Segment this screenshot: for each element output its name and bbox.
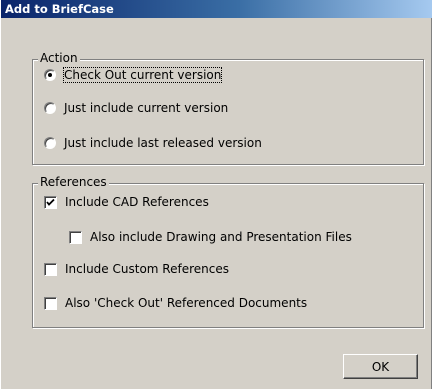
checkbox-label-also-check-out-referenced-documents: Also 'Check Out' Referenced Documents	[65, 296, 308, 310]
radio-label-just-include-current-version: Just include current version	[64, 101, 229, 115]
window-title: Add to BriefCase	[5, 2, 114, 16]
references-group: References Include CAD References Also i…	[32, 175, 424, 328]
ok-button[interactable]: OK	[343, 354, 418, 379]
checkbox-include-custom-references[interactable]: Include Custom References	[44, 262, 229, 276]
checkbox-also-check-out-referenced-documents[interactable]: Also 'Check Out' Referenced Documents	[44, 296, 307, 310]
title-bar[interactable]: Add to BriefCase	[1, 0, 433, 18]
radio-label-check-out-current-version: Check Out current version	[62, 67, 223, 83]
checkbox-icon[interactable]	[44, 262, 57, 276]
radio-button-icon[interactable]	[44, 137, 56, 149]
background-strip	[432, 0, 444, 389]
action-group-label: Action	[38, 51, 80, 65]
checkbox-label-include-cad-references: Include CAD References	[65, 195, 209, 209]
radio-check-out-current-version[interactable]: Check Out current version	[44, 67, 223, 83]
radio-just-include-current-version[interactable]: Just include current version	[44, 101, 228, 115]
add-to-briefcase-dialog: Add to BriefCase Action Check Out curren…	[0, 0, 433, 389]
checkbox-label-also-include-drawing-and-presentation-files: Also include Drawing and Presentation Fi…	[90, 230, 352, 244]
radio-button-icon[interactable]	[44, 102, 56, 114]
checkbox-icon[interactable]	[44, 296, 57, 310]
checkbox-checked-icon[interactable]	[44, 195, 57, 209]
checkbox-include-cad-references[interactable]: Include CAD References	[44, 195, 209, 209]
radio-button-selected-icon[interactable]	[44, 69, 56, 81]
radio-just-include-last-released-version[interactable]: Just include last released version	[44, 136, 262, 150]
checkbox-label-include-custom-references: Include Custom References	[65, 262, 229, 276]
checkbox-also-include-drawing-and-presentation-files[interactable]: Also include Drawing and Presentation Fi…	[69, 230, 352, 244]
references-group-label: References	[38, 175, 109, 189]
radio-label-just-include-last-released-version: Just include last released version	[64, 136, 262, 150]
action-group: Action Check Out current version Just in…	[32, 51, 424, 165]
checkbox-icon[interactable]	[69, 230, 82, 244]
